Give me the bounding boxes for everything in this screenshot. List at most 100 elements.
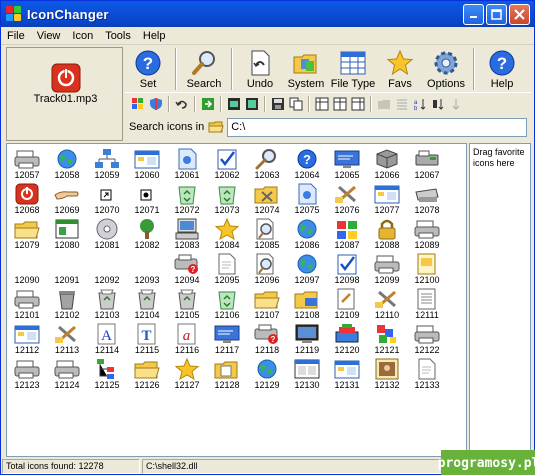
icon-cell[interactable]: a 12116 <box>167 321 207 356</box>
icon-cell[interactable]: 12108 <box>287 286 327 321</box>
icon-cell[interactable]: 12109 <box>327 286 367 321</box>
icon-cell[interactable]: 12126 <box>127 356 167 391</box>
icon-cell[interactable]: 12059 <box>87 146 127 181</box>
menu-icon[interactable]: Icon <box>66 30 99 42</box>
palette-button[interactable] <box>129 96 146 112</box>
icon-cell[interactable]: 12130 <box>287 356 327 391</box>
icon-cell[interactable]: 12102 <box>47 286 87 321</box>
icon-cell[interactable]: 12083 <box>167 216 207 251</box>
icon-cell[interactable]: 12103 <box>87 286 127 321</box>
undo-button[interactable]: Undo <box>237 47 283 91</box>
icon-cell[interactable]: 12100 <box>407 251 447 286</box>
icon-cell[interactable]: 12069 <box>47 181 87 216</box>
icon-cell[interactable]: 12090 <box>7 251 47 286</box>
menu-file[interactable]: File <box>1 30 31 42</box>
icon-cell[interactable]: 12121 <box>367 321 407 356</box>
layout1-button[interactable] <box>313 96 330 112</box>
close-button[interactable] <box>509 4 530 25</box>
icon-cell[interactable]: 12112 <box>7 321 47 356</box>
icon-cell[interactable]: 12131 <box>327 356 367 391</box>
icon-cell[interactable]: 12082 <box>127 216 167 251</box>
layout2-button[interactable] <box>331 96 348 112</box>
icon-cell[interactable]: 12133 <box>407 356 447 391</box>
folder-small-button[interactable] <box>375 96 392 112</box>
icon-cell[interactable]: 12057 <box>7 146 47 181</box>
icon-cell[interactable]: 12063 <box>247 146 287 181</box>
icon-cell[interactable]: 12066 <box>367 146 407 181</box>
icon-cell[interactable]: 12104 <box>127 286 167 321</box>
icon-cell[interactable]: 12129 <box>247 356 287 391</box>
save-button[interactable] <box>269 96 286 112</box>
icon-cell[interactable]: 12067 <box>407 146 447 181</box>
icon-cell[interactable]: 12120 <box>327 321 367 356</box>
go-button[interactable] <box>199 96 216 112</box>
shield-button[interactable] <box>147 96 164 112</box>
icon-cell[interactable]: 12113 <box>47 321 87 356</box>
browse-folder-icon[interactable] <box>208 119 224 135</box>
icon-cell[interactable]: 12107 <box>247 286 287 321</box>
menu-help[interactable]: Help <box>137 30 172 42</box>
icon-cell[interactable]: 12092 <box>87 251 127 286</box>
view-32-button[interactable] <box>243 96 260 112</box>
list-button[interactable] <box>393 96 410 112</box>
icon-cell[interactable]: 12075 <box>287 181 327 216</box>
icon-cell[interactable]: 12101 <box>7 286 47 321</box>
icon-cell[interactable]: 12084 <box>207 216 247 251</box>
filetype-button[interactable]: File Type <box>329 47 377 91</box>
icon-cell[interactable]: 12123 <box>7 356 47 391</box>
search-button[interactable]: Search <box>181 47 227 91</box>
minimize-button[interactable] <box>463 4 484 25</box>
icon-cell[interactable]: 12127 <box>167 356 207 391</box>
icon-cell[interactable]: 12095 <box>207 251 247 286</box>
icon-cell[interactable]: 12106 <box>207 286 247 321</box>
icon-grid-pane[interactable]: 12057 12058 12059 12060 12061 12062 12063? 1206… <box>6 143 467 457</box>
icon-cell[interactable]: 12117 <box>207 321 247 356</box>
icon-cell[interactable]: 12098 <box>327 251 367 286</box>
layout3-button[interactable] <box>349 96 366 112</box>
favs-button[interactable]: Favs <box>377 47 423 91</box>
sort-desc-button[interactable] <box>429 96 446 112</box>
icon-cell[interactable]: 12124 <box>47 356 87 391</box>
favorites-pane[interactable]: Drag favorite icons here <box>469 143 531 457</box>
icon-cell[interactable]: 12060 <box>127 146 167 181</box>
icon-cell[interactable]: 12062 <box>207 146 247 181</box>
set-button[interactable]: ? Set <box>125 47 171 91</box>
icon-cell[interactable]: 12119 <box>287 321 327 356</box>
icon-cell[interactable]: 12093 <box>127 251 167 286</box>
icon-cell[interactable]: 12088 <box>367 216 407 251</box>
icon-cell[interactable]: T 12115 <box>127 321 167 356</box>
icon-cell[interactable]: ? 12094 <box>167 251 207 286</box>
icon-cell[interactable]: 12125 <box>87 356 127 391</box>
icon-cell[interactable]: 12078 <box>407 181 447 216</box>
search-path-input[interactable] <box>227 117 528 137</box>
icon-cell[interactable]: 12132 <box>367 356 407 391</box>
icon-cell[interactable]: 12080 <box>47 216 87 251</box>
sort-button[interactable]: ab <box>411 96 428 112</box>
copy-button[interactable] <box>287 96 304 112</box>
icon-cell[interactable]: 12076 <box>327 181 367 216</box>
icon-cell[interactable]: 12068 <box>7 181 47 216</box>
title-bar[interactable]: IconChanger <box>1 1 534 27</box>
icon-cell[interactable]: 12122 <box>407 321 447 356</box>
system-button[interactable]: System <box>283 47 329 91</box>
move-down-button[interactable] <box>447 96 464 112</box>
icon-cell[interactable]: 12079 <box>7 216 47 251</box>
icon-cell[interactable]: 12058 <box>47 146 87 181</box>
icon-cell[interactable]: 12105 <box>167 286 207 321</box>
icon-cell[interactable]: ? 12118 <box>247 321 287 356</box>
icon-cell[interactable]: 12110 <box>367 286 407 321</box>
menu-view[interactable]: View <box>31 30 67 42</box>
icon-cell[interactable]: 12096 <box>247 251 287 286</box>
icon-cell[interactable]: 12089 <box>407 216 447 251</box>
icon-cell[interactable]: 12087 <box>327 216 367 251</box>
icon-cell[interactable]: 12071 <box>127 181 167 216</box>
icon-cell[interactable]: 12074 <box>247 181 287 216</box>
icon-cell[interactable]: 12070 <box>87 181 127 216</box>
icon-cell[interactable]: ? 12064 <box>287 146 327 181</box>
icon-cell[interactable]: 12072 <box>167 181 207 216</box>
icon-cell[interactable]: 12086 <box>287 216 327 251</box>
icon-cell[interactable]: A 12114 <box>87 321 127 356</box>
icon-cell[interactable]: 12077 <box>367 181 407 216</box>
icon-cell[interactable]: 12111 <box>407 286 447 321</box>
view-16-button[interactable] <box>225 96 242 112</box>
